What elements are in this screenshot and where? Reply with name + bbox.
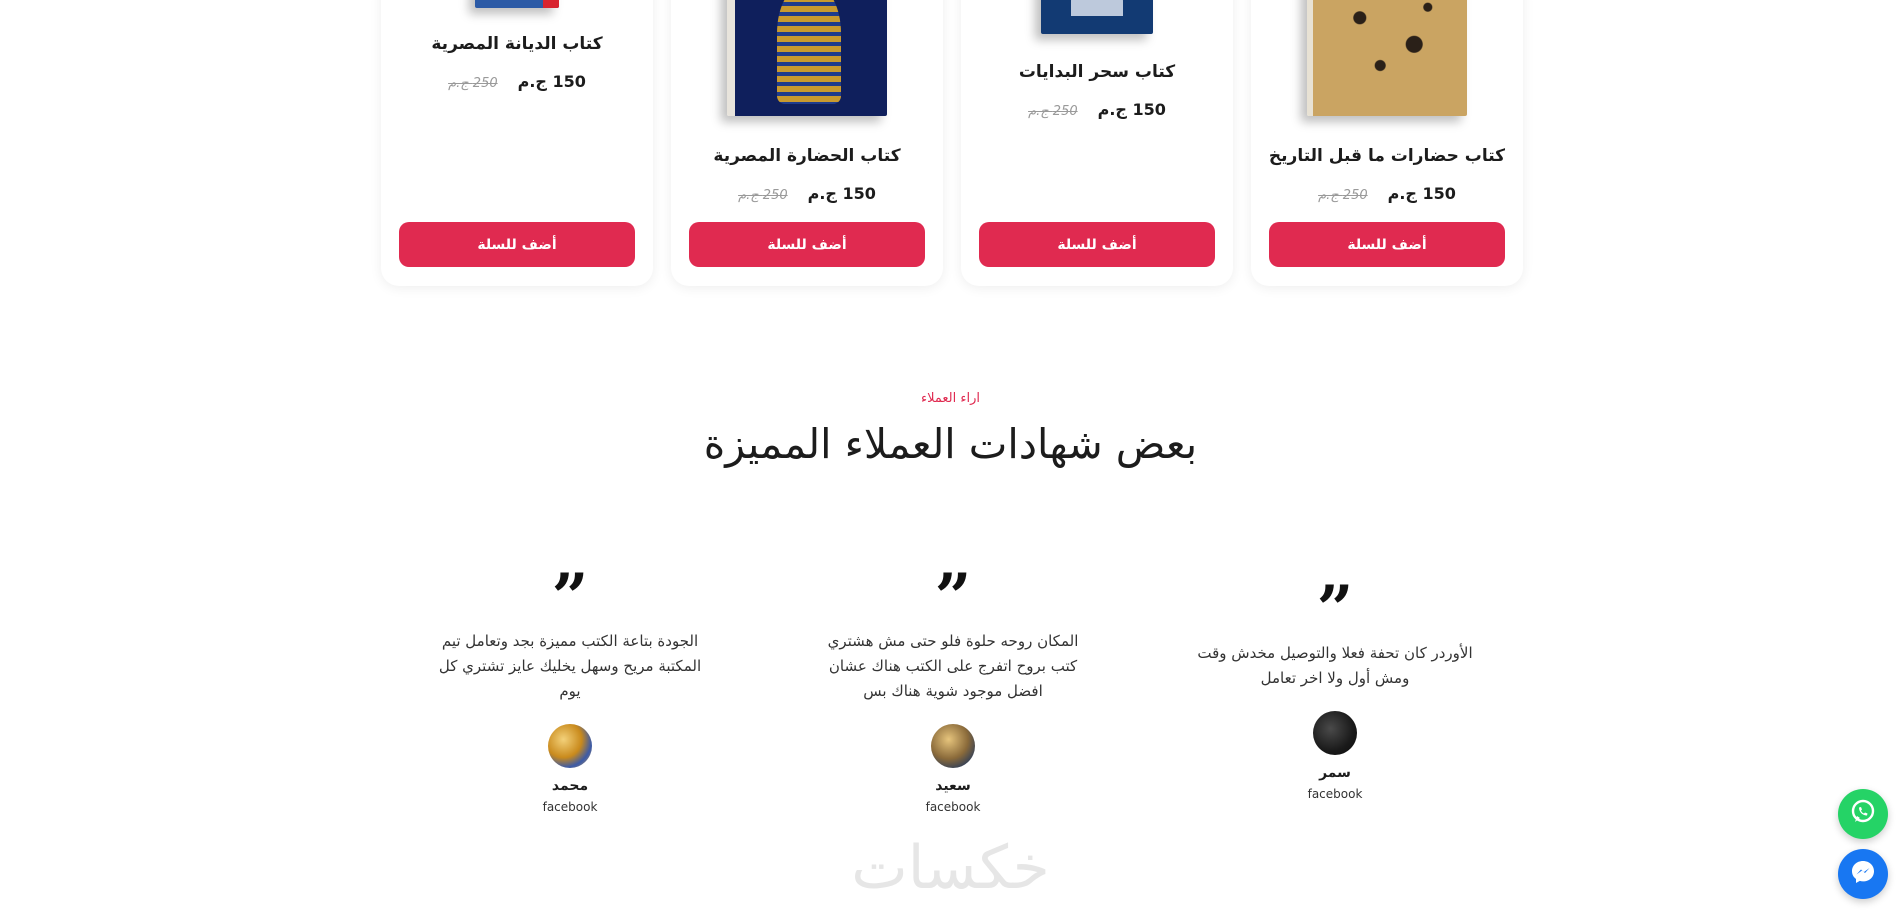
testimonials-list: ” الأوردر كان تحفة فعلا والتوصيل مخدش وق… bbox=[0, 0, 1901, 913]
testimonial-source: facebook bbox=[925, 800, 981, 814]
testimonial-text: الأوردر كان تحفة فعلا والتوصيل مخدش وقت … bbox=[1197, 644, 1473, 687]
testimonial-card: ” الجودة بتاعة الكتب مميزة بجد وتعامل تي… bbox=[420, 560, 720, 815]
quote-icon: ” bbox=[934, 560, 972, 635]
testimonial-card: ” الأوردر كان تحفة فعلا والتوصيل مخدش وق… bbox=[1185, 572, 1485, 802]
testimonial-text: المكان روحه حلوة فلو حتى مش هشتري كتب بر… bbox=[827, 632, 1079, 700]
testimonial-author: سمر bbox=[1319, 765, 1351, 781]
quote-icon: ” bbox=[1316, 572, 1354, 647]
avatar bbox=[548, 724, 592, 768]
quote-icon: ” bbox=[551, 560, 589, 635]
testimonial-author: سعيد bbox=[935, 778, 971, 794]
testimonial-source: facebook bbox=[1307, 787, 1363, 801]
testimonial-source: facebook bbox=[542, 800, 598, 814]
testimonial-text: الجودة بتاعة الكتب مميزة بجد وتعامل تيم … bbox=[438, 632, 702, 700]
whatsapp-button[interactable] bbox=[1838, 789, 1888, 839]
testimonial-card: ” المكان روحه حلوة فلو حتى مش هشتري كتب … bbox=[803, 560, 1103, 815]
whatsapp-icon bbox=[1848, 797, 1878, 831]
testimonial-author: محمد bbox=[551, 778, 589, 794]
footer-logo-watermark: خكسات bbox=[851, 833, 1050, 903]
avatar bbox=[931, 724, 975, 768]
page: كتاب حضارات ما قبل التاريخ 150 ج.م 250 ج… bbox=[0, 0, 1901, 913]
messenger-icon bbox=[1848, 857, 1878, 891]
avatar bbox=[1313, 711, 1357, 755]
messenger-button[interactable] bbox=[1838, 849, 1888, 899]
